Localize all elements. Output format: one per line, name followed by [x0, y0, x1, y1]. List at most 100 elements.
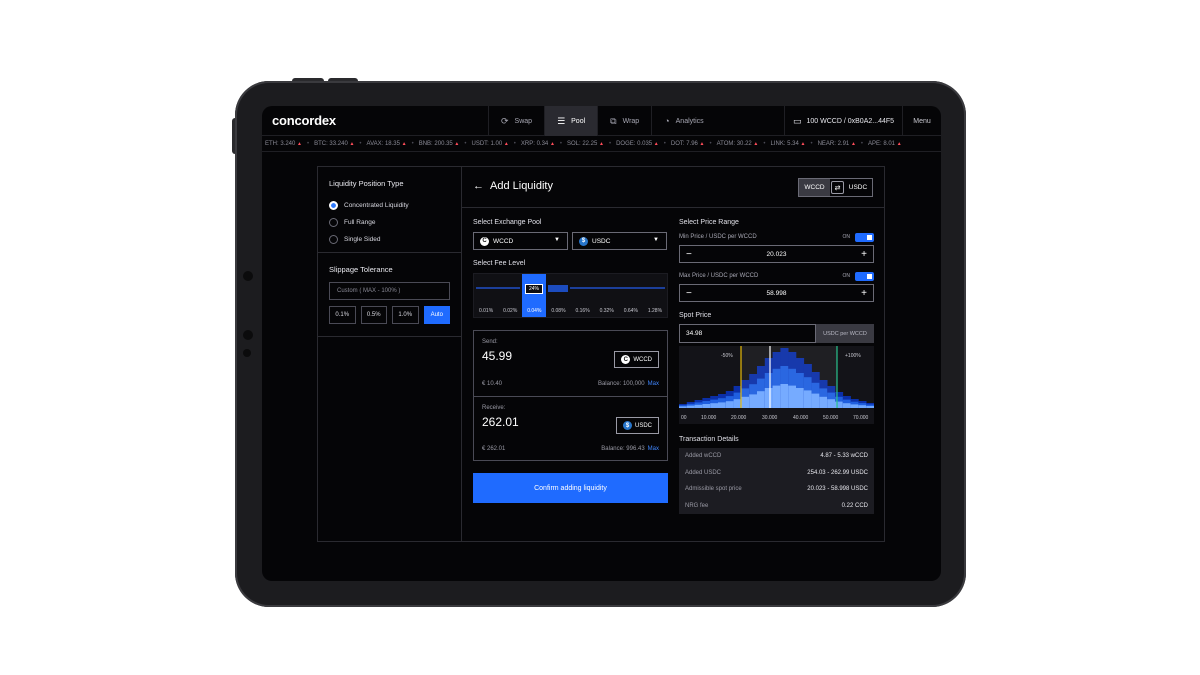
wallet-button[interactable]: ▭ 100 WCCD / 0xB0A2...44F5 — [784, 106, 902, 136]
radio-full-range[interactable]: Full Range — [329, 214, 450, 231]
min-price-toggle[interactable] — [855, 232, 874, 242]
hist-tick: 40.000 — [793, 415, 809, 421]
receive-token-button[interactable]: $ USDC — [615, 417, 659, 434]
radio-selected-icon — [329, 201, 338, 210]
radio-concentrated[interactable]: Concentrated Liquidity — [329, 197, 450, 214]
slippage-input[interactable]: Custom ( MAX - 100% ) — [329, 282, 450, 300]
max-price-toggle[interactable] — [855, 271, 874, 281]
token-b-select[interactable]: $ USDC ▼ — [572, 232, 667, 250]
trend-up-icon: ▲ — [297, 141, 302, 147]
swap-pair-icon[interactable]: ⇄ — [831, 181, 844, 194]
wrap-icon: ⧉ — [610, 115, 617, 126]
tab-swap[interactable]: ⟳ Swap — [488, 106, 544, 136]
trend-up-icon: ▲ — [503, 141, 509, 147]
slippage-0-5-button[interactable]: 0.5% — [360, 306, 387, 324]
camera-dot — [243, 271, 253, 281]
histogram-bar — [858, 405, 867, 408]
toggle-label: ON — [842, 234, 851, 240]
send-max-button[interactable]: Max — [648, 381, 659, 387]
slippage-section: Slippage Tolerance Custom ( MAX - 100% )… — [318, 253, 461, 337]
hist-low-label: -50% — [721, 353, 733, 359]
confirm-button[interactable]: Confirm adding liquidity — [473, 473, 668, 503]
separator-icon: • — [810, 141, 813, 147]
radio-icon — [329, 218, 338, 227]
histogram-bar — [710, 403, 719, 408]
fee-level-option[interactable]: 0.02% — [498, 305, 522, 317]
fee-level-option[interactable]: 0.08% — [546, 305, 570, 317]
camera-dot — [243, 330, 253, 340]
separator-icon: • — [559, 141, 562, 147]
histogram-bar — [686, 405, 695, 408]
token-b-label: USDC — [592, 237, 611, 245]
top-nav: concordex ⟳ Swap ☰ Pool ⧉ Wrap ◔ Analyti… — [262, 106, 941, 136]
fee-level-option[interactable]: 0.64% — [619, 305, 643, 317]
minus-icon[interactable]: − — [686, 288, 692, 299]
nav-tabs: ⟳ Swap ☰ Pool ⧉ Wrap ◔ Analytics — [488, 106, 716, 136]
chart-icon: ◔ — [664, 116, 670, 126]
page-title: ← Add Liquidity — [473, 180, 553, 192]
detail-key: Added wCCD — [685, 453, 722, 460]
detail-key: NRG fee — [685, 502, 709, 509]
min-price-input[interactable]: 20.023 — [767, 251, 787, 258]
spot-price-field: 34.98 USDC per WCCD — [679, 324, 874, 343]
pair-toggle[interactable]: WCCD ⇄ USDC — [798, 178, 873, 197]
slippage-auto-button[interactable]: Auto — [423, 306, 450, 324]
pool-column: Select Exchange Pool C WCCD ▼ $ USDC ▼ S… — [473, 219, 668, 503]
trend-up-icon: ▲ — [401, 141, 407, 147]
max-toggle-group: ON — [842, 271, 874, 281]
fee-level-cells: 0.01% 0.02% 0.04% 0.08% 0.16% 0.32% 0.64% 1.28% — [474, 305, 667, 317]
add-liquidity-panel: ← Add Liquidity WCCD ⇄ USDC Select Excha… — [462, 167, 884, 541]
separator-icon: • — [709, 141, 712, 147]
back-arrow-icon[interactable]: ← — [473, 180, 484, 192]
tab-label: Analytics — [675, 117, 704, 125]
position-type-section: Liquidity Position Type Concentrated Liq… — [318, 167, 461, 253]
pair-b-label[interactable]: USDC — [844, 184, 872, 191]
ticker-item: • NEAR: 2.91 ▲ — [810, 136, 855, 151]
menu-button[interactable]: Menu — [902, 106, 941, 136]
tab-pool[interactable]: ☰ Pool — [544, 106, 598, 136]
histogram-bar — [718, 402, 727, 408]
usdc-token-icon: $ — [579, 236, 588, 246]
detail-row: Added USDC 254.03 - 262.99 USDC — [679, 465, 874, 482]
plus-icon[interactable]: + — [861, 288, 867, 299]
slippage-0-1-button[interactable]: 0.1% — [329, 306, 356, 324]
price-range-title: Select Price Range — [679, 219, 739, 226]
fee-level-selector: 24% 0.01% 0.02% 0.04% 0.08% 0.16% 0.32% 0.64% 1… — [473, 273, 668, 318]
hist-high-label: +100% — [845, 353, 861, 359]
slippage-1-0-button[interactable]: 1.0% — [392, 306, 419, 324]
separator-icon: • — [860, 141, 863, 147]
pool-selectors: C WCCD ▼ $ USDC ▼ — [473, 232, 668, 250]
pair-a-label[interactable]: WCCD — [799, 179, 830, 196]
toggle-label: ON — [842, 273, 851, 279]
detail-value: 4.87 - 5.33 wCCD — [820, 453, 868, 460]
ticker-text: BNB: 200.35 — [418, 141, 453, 147]
histogram-bar — [694, 404, 703, 408]
ticker-text: AVAX: 18.35 — [366, 141, 400, 147]
fee-level-option[interactable]: 0.16% — [571, 305, 595, 317]
fee-level-option[interactable]: 0.04% — [522, 305, 547, 317]
max-price-input[interactable]: 58.998 — [767, 290, 787, 297]
caret-down-icon: ▼ — [653, 237, 659, 243]
ticker-item: ETH: 3.240 ▲ — [265, 136, 302, 151]
minus-icon[interactable]: − — [686, 249, 692, 260]
tab-analytics[interactable]: ◔ Analytics — [651, 106, 715, 136]
detail-row: Added wCCD 4.87 - 5.33 wCCD — [679, 448, 874, 465]
fee-level-option[interactable]: 0.01% — [474, 305, 498, 317]
receive-max-button[interactable]: Max — [648, 446, 659, 452]
radio-single-sided[interactable]: Single Sided — [329, 231, 450, 248]
separator-icon: • — [608, 141, 612, 147]
liquidity-histogram[interactable]: -50% +100% 00 10.000 20.000 30.000 40.00… — [679, 346, 874, 424]
fee-level-option[interactable]: 1.28% — [643, 305, 667, 317]
histogram-bar — [679, 406, 688, 408]
token-a-select[interactable]: C WCCD ▼ — [473, 232, 568, 250]
detail-row: Admissible spot price 20.023 - 58.998 USD… — [679, 481, 874, 498]
selected-range-shade — [741, 346, 837, 408]
wccd-token-icon: C — [621, 355, 631, 364]
plus-icon[interactable]: + — [861, 249, 867, 260]
spot-price-input[interactable]: 34.98 — [679, 324, 816, 343]
tab-wrap[interactable]: ⧉ Wrap — [597, 106, 651, 136]
receive-token-label: USDC — [634, 422, 652, 429]
send-token-button[interactable]: C WCCD — [614, 351, 659, 368]
caret-down-icon: ▼ — [554, 237, 560, 243]
fee-level-option[interactable]: 0.32% — [595, 305, 619, 317]
